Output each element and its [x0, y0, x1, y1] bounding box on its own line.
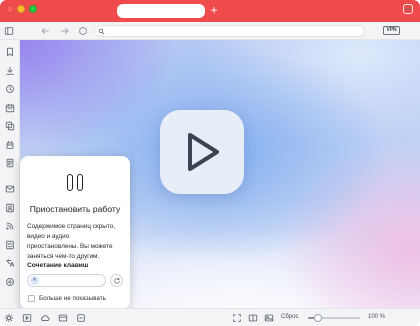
forward-arrow-icon[interactable] [60, 26, 70, 36]
chevron-down-icon[interactable] [403, 4, 413, 14]
refresh-icon [113, 277, 121, 285]
status-bar: Сброс 100 % [0, 308, 420, 326]
zoom-slider-thumb[interactable] [314, 314, 323, 322]
pause-popup: Приостановить работу Содержимое страниц … [20, 156, 130, 309]
shortcut-key-chip: ^ [30, 276, 39, 285]
address-toolbar: VPN [0, 22, 420, 40]
title-bar: + [0, 0, 420, 22]
vpn-badge[interactable]: VPN [383, 26, 400, 35]
add-web-panel-icon[interactable] [5, 277, 15, 287]
new-tab-button[interactable]: + [209, 3, 219, 17]
zoom-level: 100 % [368, 314, 386, 320]
status-bar-right-icons [232, 313, 274, 323]
history-icon[interactable] [5, 84, 15, 94]
tasks-icon[interactable] [5, 240, 15, 250]
settings-icon[interactable] [4, 313, 14, 323]
contacts-icon[interactable] [5, 203, 15, 213]
zoom-window-button[interactable] [29, 5, 37, 13]
minimize-window-button[interactable] [17, 5, 25, 13]
shortcut-input[interactable]: ^ [27, 274, 106, 287]
back-arrow-icon[interactable] [40, 26, 50, 36]
popup-title: Приостановить работу [29, 204, 121, 214]
side-panel-bottom-group [0, 180, 20, 291]
tab-tiling-icon[interactable] [248, 313, 258, 323]
active-tab[interactable] [117, 4, 205, 18]
dont-show-again-label[interactable]: Больше не показывать [39, 295, 106, 302]
window-icon[interactable] [58, 313, 68, 323]
popup-description: Содержимое страниц скрыто, видео и аудио… [27, 223, 116, 260]
play-icon [188, 133, 219, 171]
side-panel-top-group [0, 43, 20, 173]
pause-icon [67, 174, 73, 191]
panel-toggle-icon[interactable] [4, 26, 14, 36]
close-window-button[interactable] [6, 5, 14, 13]
feeds-icon[interactable] [5, 221, 15, 231]
status-bar-left-icons [4, 313, 86, 323]
side-panel [0, 40, 20, 308]
resume-button[interactable] [160, 110, 244, 194]
sync-cloud-icon[interactable] [40, 313, 50, 323]
notes-icon[interactable] [5, 158, 15, 168]
calendar-icon[interactable] [5, 103, 15, 113]
reset-shortcut-button[interactable] [110, 274, 123, 287]
shortcut-label: Сочетание клавиш [27, 262, 89, 269]
capture-icon[interactable] [76, 313, 86, 323]
translate-icon[interactable] [5, 258, 15, 268]
search-icon [98, 28, 105, 35]
download-icon[interactable] [5, 66, 15, 76]
reload-icon[interactable] [78, 26, 88, 36]
dont-show-again-checkbox[interactable] [28, 295, 35, 302]
page-capture-icon[interactable] [232, 313, 242, 323]
pause-icon [77, 174, 83, 191]
reading-list-icon[interactable] [5, 140, 15, 150]
zoom-reset-button[interactable]: Сброс [281, 314, 298, 320]
images-icon[interactable] [264, 313, 274, 323]
zoom-slider[interactable] [308, 314, 360, 322]
window-panel-icon[interactable] [5, 121, 15, 131]
browser-window: + VPN Приостановить работу Содержимое ст… [0, 0, 420, 326]
address-field[interactable] [94, 25, 365, 37]
panel-play-icon[interactable] [22, 313, 32, 323]
bookmark-icon[interactable] [5, 47, 15, 57]
mail-icon[interactable] [5, 184, 15, 194]
